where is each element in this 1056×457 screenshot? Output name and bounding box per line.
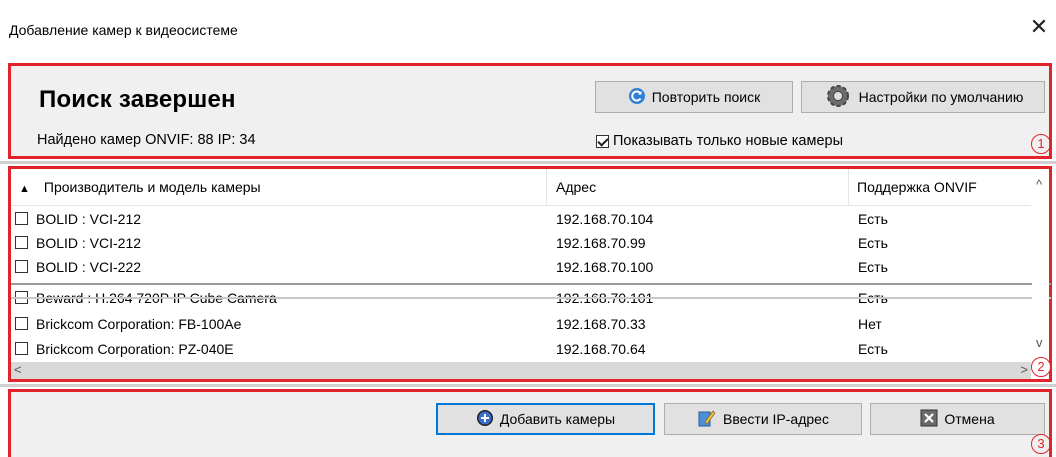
table-row[interactable]: BOLID : VCI-212 192.168.70.99 Есть [11, 231, 1031, 255]
add-circle-icon [476, 409, 494, 430]
row-checkbox[interactable] [15, 317, 28, 330]
row-checkbox[interactable] [15, 236, 28, 249]
scroll-right-icon[interactable]: > [1020, 362, 1028, 377]
divider [0, 384, 1056, 387]
cancel-label: Отмена [944, 411, 995, 427]
sort-ascending-icon: ▲ [19, 183, 30, 195]
window-title: Добавление камер к видеосистеме [9, 22, 238, 38]
cell-address: 192.168.70.64 [556, 341, 646, 357]
cell-model: Brickcom Corporation: PZ-040E [36, 341, 234, 357]
title-bar: Добавление камер к видеосистеме ✕ [0, 0, 1056, 62]
default-settings-button[interactable]: Настройки по умолчанию [801, 81, 1045, 113]
scroll-down-icon[interactable]: v [1036, 335, 1043, 350]
cell-address: 192.168.70.100 [556, 259, 654, 275]
table-row[interactable]: BOLID : VCI-222 192.168.70.100 Есть [11, 255, 1031, 279]
default-settings-label: Настройки по умолчанию [858, 89, 1024, 105]
scroll-left-icon[interactable]: < [14, 362, 22, 377]
add-cameras-label: Добавить камеры [499, 411, 616, 427]
cell-model: BOLID : VCI-212 [36, 235, 142, 251]
cell-onvif: Есть [858, 341, 888, 357]
close-icon[interactable]: ✕ [1028, 16, 1050, 38]
horizontal-scrollbar[interactable]: < > [11, 362, 1031, 379]
table-row[interactable]: Brickcom Corporation: FB-100Ae 192.168.7… [11, 312, 1031, 336]
found-cameras-text: Найдено камер ONVIF: 88 IP: 34 [37, 132, 256, 148]
column-header-onvif[interactable]: Поддержка ONVIF [849, 169, 1031, 205]
cell-model: BOLID : VCI-212 [36, 211, 142, 227]
cell-onvif: Есть [858, 235, 888, 251]
cell-address: 192.168.70.33 [556, 316, 646, 332]
only-new-cameras-checkbox[interactable] [596, 134, 609, 148]
repeat-search-button[interactable]: Повторить поиск [595, 81, 793, 113]
cell-model: Brickcom Corporation: FB-100Ae [36, 316, 242, 332]
column-header-model[interactable]: ▲ Производитель и модель камеры [11, 169, 547, 205]
divider [0, 161, 1056, 164]
cell-onvif: Есть [858, 259, 888, 275]
search-status-title: Поиск завершен [39, 86, 236, 113]
torn-edge-divider [11, 297, 1051, 299]
repeat-search-label: Повторить поиск [651, 89, 761, 105]
section-badge-2: 2 [1031, 357, 1051, 377]
cell-address: 192.168.70.104 [556, 211, 654, 227]
edit-document-icon [697, 408, 717, 431]
cancel-button[interactable]: Отмена [870, 403, 1045, 435]
section-badge-1: 1 [1031, 134, 1051, 154]
table-row[interactable]: BOLID : VCI-212 192.168.70.104 Есть [11, 207, 1031, 231]
section-badge-3: 3 [1031, 434, 1051, 454]
cell-onvif: Нет [858, 316, 882, 332]
footer-actions-panel: Добавить камеры Ввести IP-адрес Отмена 3 [8, 389, 1052, 457]
cell-onvif: Есть [858, 211, 888, 227]
search-status-panel: Поиск завершен Найдено камер ONVIF: 88 I… [8, 63, 1052, 159]
column-header-address[interactable]: Адрес [547, 169, 849, 205]
enter-ip-label: Ввести IP-адрес [723, 411, 829, 427]
cell-address: 192.168.70.99 [556, 235, 646, 251]
enter-ip-button[interactable]: Ввести IP-адрес [664, 403, 862, 435]
torn-edge-divider [11, 283, 1051, 285]
gear-icon [823, 83, 853, 112]
row-checkbox[interactable] [15, 260, 28, 273]
table-row[interactable]: Brickcom Corporation: PZ-040E 192.168.70… [11, 337, 1031, 359]
row-checkbox[interactable] [15, 212, 28, 225]
row-checkbox[interactable] [15, 342, 28, 355]
scroll-up-icon[interactable]: ^ [1036, 177, 1042, 192]
only-new-cameras-label: Показывать только новые камеры [613, 133, 844, 149]
refresh-icon [628, 87, 646, 108]
cell-model: BOLID : VCI-222 [36, 259, 142, 275]
add-cameras-button[interactable]: Добавить камеры [436, 403, 655, 435]
camera-table-header: ▲ Производитель и модель камеры Адрес Под… [11, 169, 1031, 206]
only-new-cameras-checkbox-row[interactable]: Показывать только новые камеры [596, 133, 843, 149]
cancel-icon [920, 409, 938, 430]
vertical-scrollbar[interactable]: ^ v [1032, 169, 1049, 359]
camera-list-panel: ▲ Производитель и модель камеры Адрес Под… [8, 166, 1052, 382]
